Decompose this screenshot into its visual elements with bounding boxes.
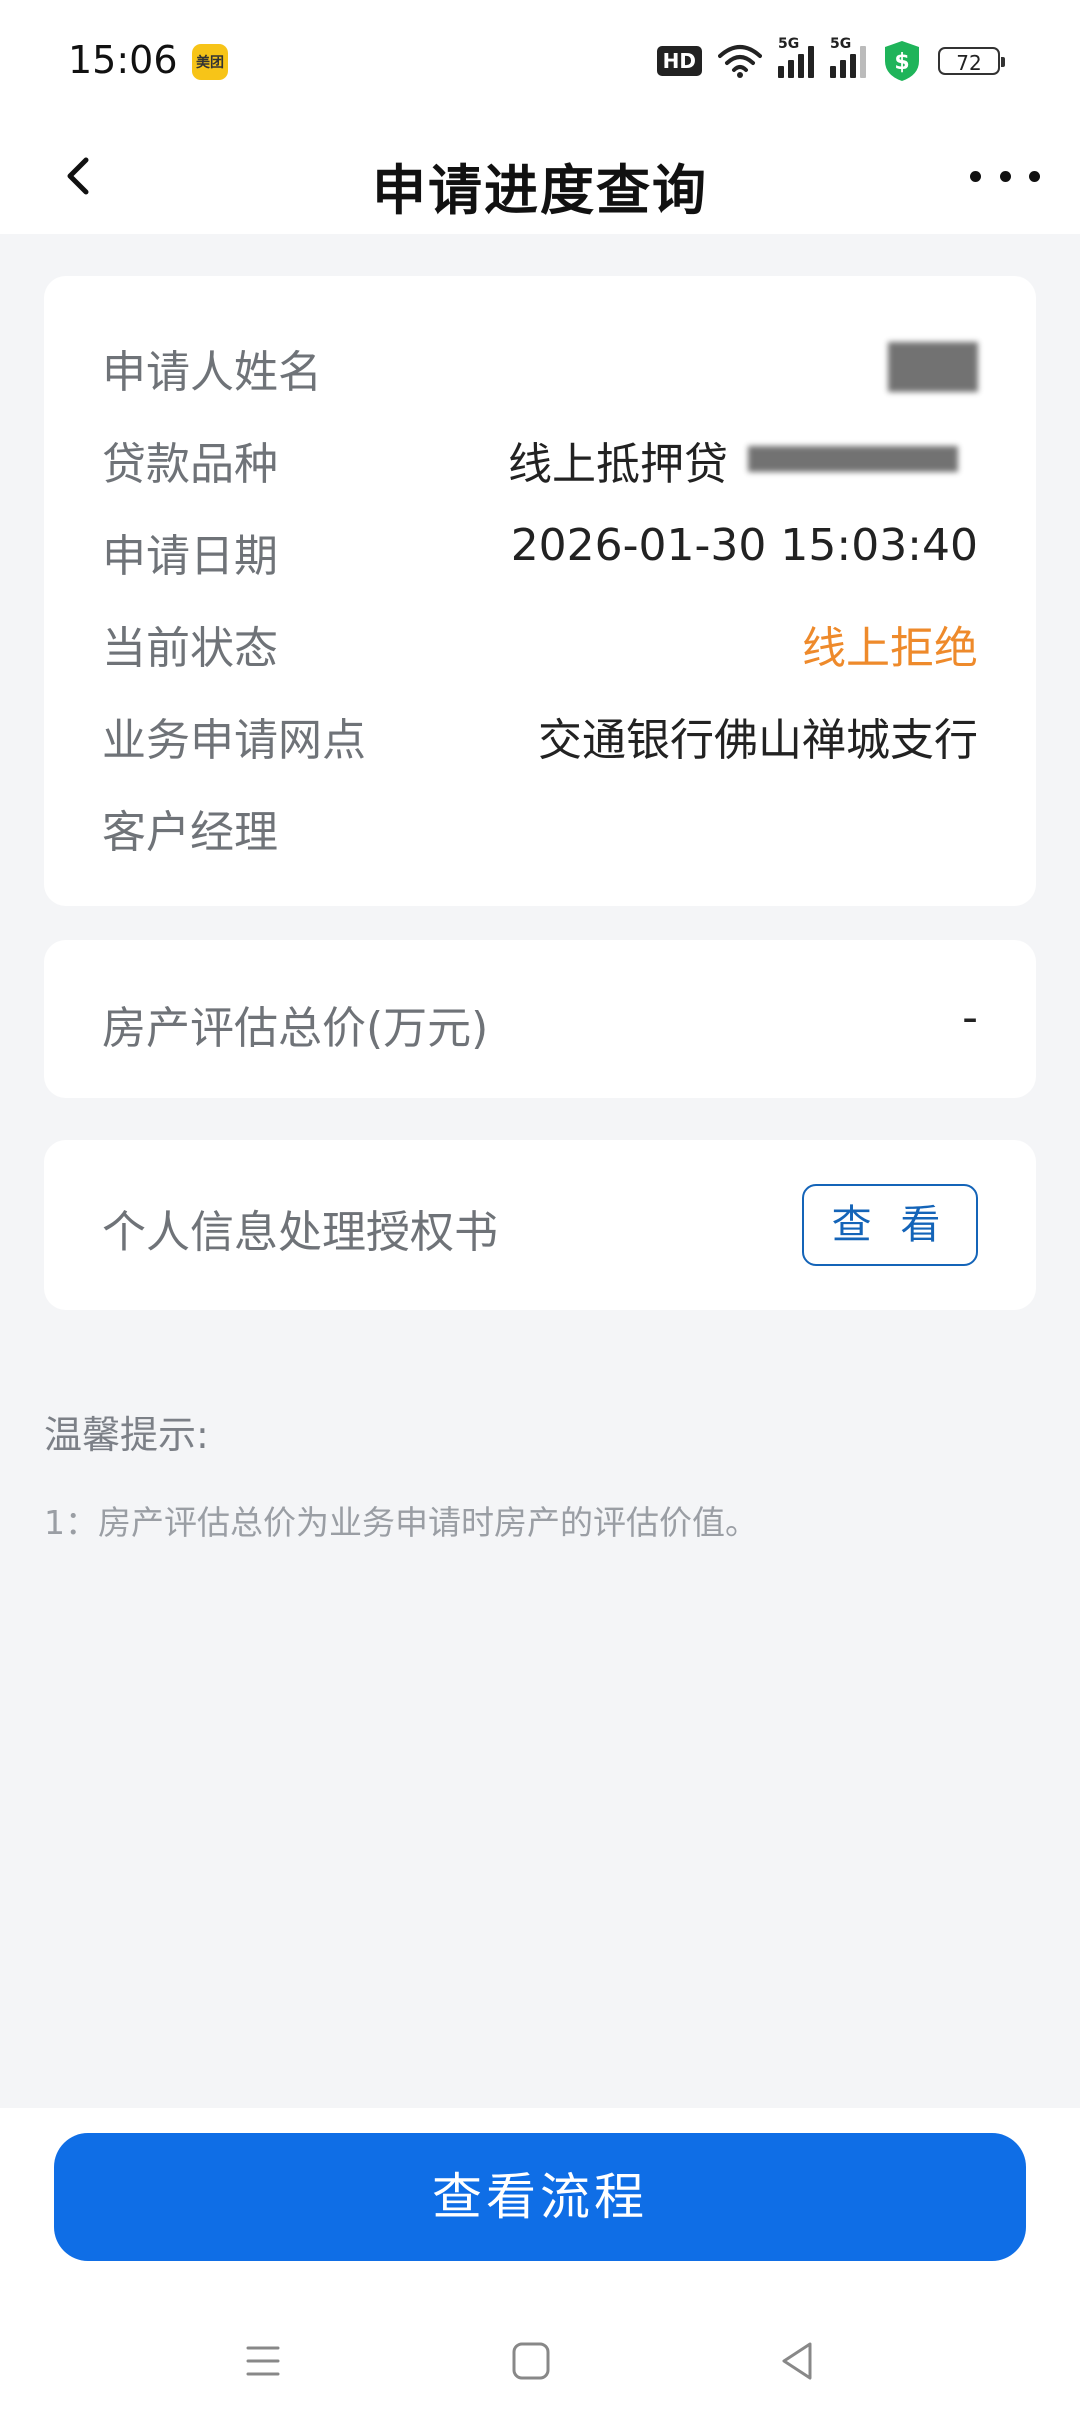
bottom-panel: 查看流程 [0,2108,1080,2412]
screen: 15:06 美团 HD 5G 5G $ 72 申请进度查询 申请人姓名 贷款品种… [0,0,1080,2412]
page-title: 申请进度查询 [372,159,708,222]
status-time: 15:06 [68,38,178,82]
more-options-icon[interactable] [970,156,1040,196]
info-value: 2026-01-30 15:03:40 [510,520,978,571]
authorization-label: 个人信息处理授权书 [102,1207,498,1258]
status-icons: HD 5G 5G $ 72 [656,36,1005,86]
info-value: 交通银行佛山禅城支行 [538,715,978,766]
wifi-icon [718,45,762,78]
hd-icon: HD [656,46,702,76]
security-shield-icon: $ [885,41,919,81]
tips-line: 1：房产评估总价为业务申请时房产的评估价值。 [44,1503,758,1542]
info-label: 业务申请网点 [102,715,366,766]
info-row-applicant: 申请人姓名 [102,336,978,400]
nav-bar: 申请进度查询 [0,118,1080,234]
info-label: 客户经理 [102,807,278,858]
info-label: 申请日期 [102,531,278,582]
info-row-manager: 客户经理 [102,796,978,860]
battery-icon: 72 [938,47,1005,75]
status-bar: 15:06 美团 HD 5G 5G $ 72 [0,0,1080,118]
view-authorization-button[interactable]: 查 看 [802,1184,978,1266]
home-icon[interactable] [506,2336,556,2386]
signal-icon-2: 5G [830,36,866,78]
info-value: 线上抵押贷 [508,439,728,490]
info-row-status: 当前状态 线上拒绝 [102,612,978,676]
system-nav-bar [0,2336,1080,2396]
meituan-app-icon: 美团 [192,44,228,80]
info-row-loan-type: 贷款品种 线上抵押贷 [102,428,978,492]
info-label: 当前状态 [102,623,278,674]
svg-text:$: $ [894,50,909,75]
info-row-branch: 业务申请网点 交通银行佛山禅城支行 [102,704,978,768]
redacted-text [748,446,958,472]
authorization-card: 个人信息处理授权书 查 看 [44,1140,1036,1310]
info-label: 贷款品种 [102,439,278,490]
back-triangle-icon[interactable] [772,2336,822,2386]
redacted-name [888,342,978,392]
menu-icon[interactable] [238,2336,288,2386]
info-label: 申请人姓名 [102,347,322,398]
info-row-apply-date: 申请日期 2026-01-30 15:03:40 [102,520,978,584]
application-info-card: 申请人姓名 贷款品种 线上抵押贷 申请日期 2026-01-30 15:03:4… [44,276,1036,906]
signal-icon-1: 5G [778,36,814,78]
valuation-row: 房产评估总价(万元) - [102,992,978,1056]
view-process-button[interactable]: 查看流程 [54,2133,1026,2261]
tips-title: 温馨提示: [44,1413,209,1457]
valuation-label: 房产评估总价(万元) [102,1003,489,1054]
status-value: 线上拒绝 [802,623,978,674]
valuation-value: - [962,992,978,1043]
valuation-card: 房产评估总价(万元) - [44,940,1036,1098]
